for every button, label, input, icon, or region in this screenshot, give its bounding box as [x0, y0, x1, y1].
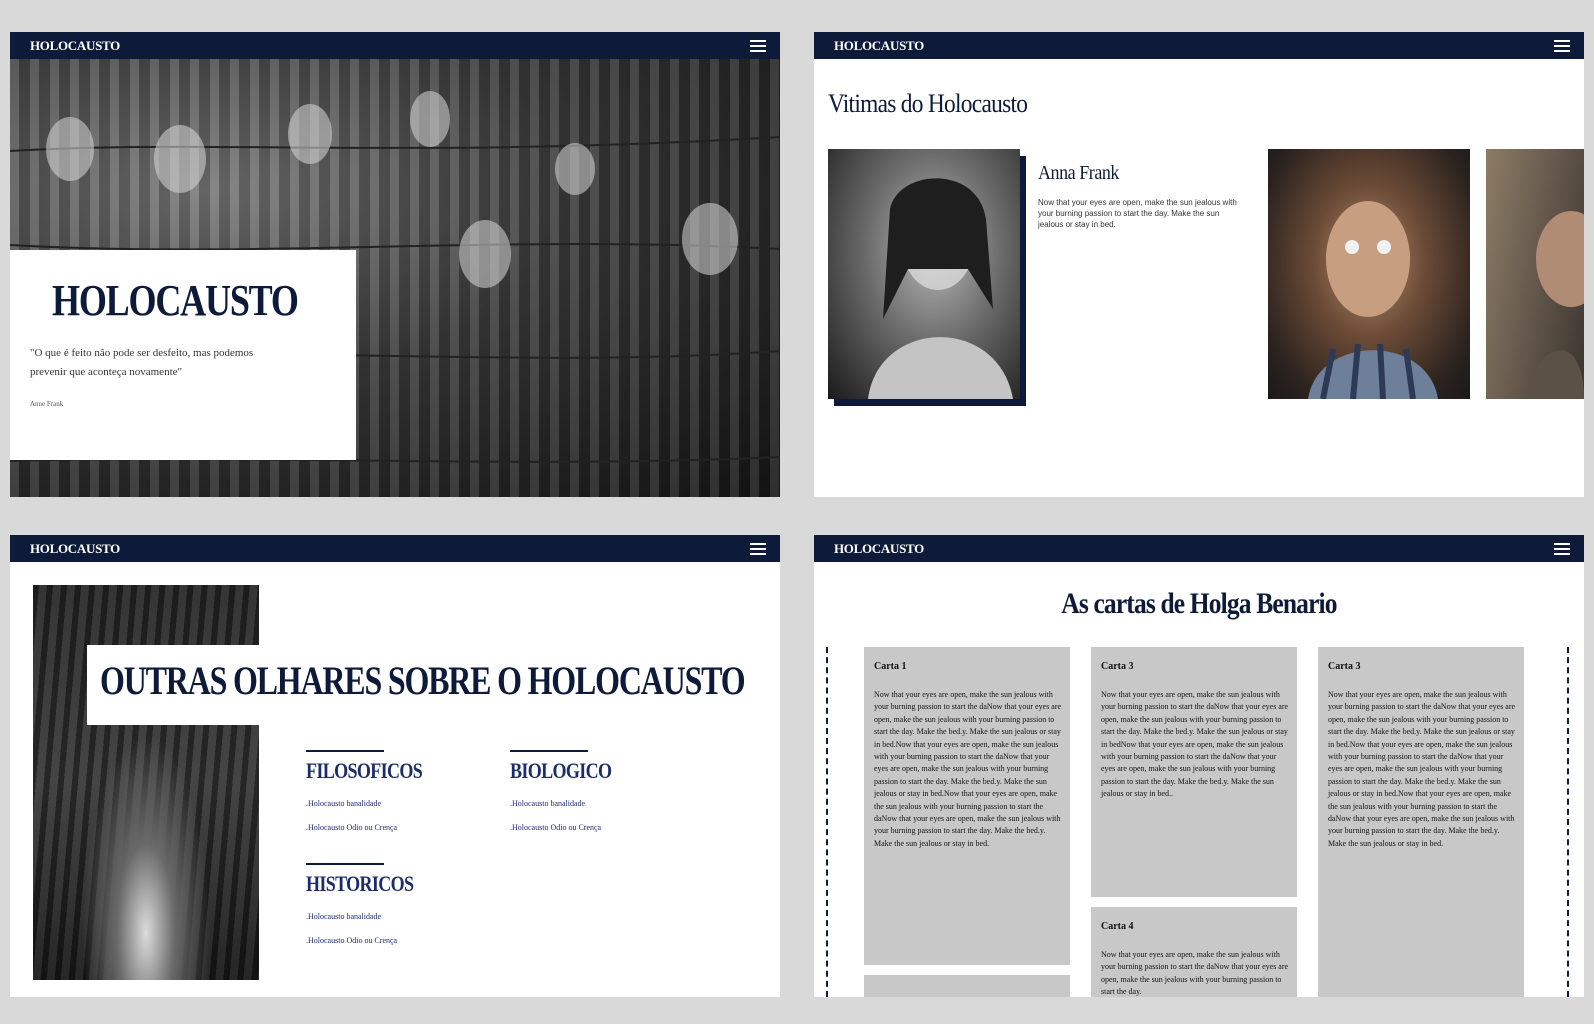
letter-card-partial[interactable]: [864, 975, 1070, 997]
victims-section-title: Vitimas do Holocausto: [828, 89, 1028, 118]
brand-logo[interactable]: HOLOCAUSTO: [30, 38, 120, 54]
category-link[interactable]: .Holocausto banalidade: [510, 799, 634, 808]
hero-quote-author: Anne Frank: [30, 400, 64, 408]
letter-card-body: Now that your eyes are open, make the su…: [1101, 950, 1289, 997]
letter-card-body: Now that your eyes are open, make the su…: [874, 690, 1062, 848]
letter-card[interactable]: Carta 1 Now that your eyes are open, mak…: [864, 647, 1070, 965]
category-link[interactable]: .Holocausto banalidade: [306, 912, 437, 921]
top-navbar: HOLOCAUSTO: [10, 32, 780, 59]
top-navbar: HOLOCAUSTO: [10, 535, 780, 562]
hero-panel: HOLOCAUSTO HOLOCAUSTO "O que é feito não…: [10, 32, 780, 497]
letter-card-title: Carta 4: [1101, 921, 1134, 932]
letter-card-body: Now that your eyes are open, make the su…: [1328, 690, 1516, 848]
hero-card: HOLOCAUSTO "O que é feito não pode ser d…: [10, 250, 356, 460]
category-rule: [510, 750, 588, 752]
top-navbar: HOLOCAUSTO: [814, 535, 1584, 562]
hamburger-menu-icon[interactable]: [1554, 543, 1570, 555]
letters-section-title: As cartas de Holga Benario: [1061, 587, 1337, 620]
victims-panel: HOLOCAUSTO Vitimas do Holocausto Anna Fr…: [814, 32, 1584, 497]
anna-frank-photo[interactable]: [828, 149, 1020, 399]
category-filosoficos: FILOSOFICOS .Holocausto banalidade .Holo…: [306, 750, 448, 832]
category-link[interactable]: .Holocausto Odio ou Crença: [510, 823, 634, 832]
category-title: FILOSOFICOS: [306, 758, 423, 783]
letter-card[interactable]: Carta 3 Now that your eyes are open, mak…: [1091, 647, 1297, 897]
letter-card-title: Carta 1: [874, 661, 907, 672]
category-rule: [306, 863, 384, 865]
letters-panel: HOLOCAUSTO As cartas de Holga Benario Ca…: [814, 535, 1584, 997]
category-biologico: BIOLOGICO .Holocausto banalidade .Holoca…: [510, 750, 634, 832]
brand-logo[interactable]: HOLOCAUSTO: [30, 541, 120, 557]
letter-card-title: Carta 3: [1328, 661, 1361, 672]
hero-title: HOLOCAUSTO: [52, 276, 299, 325]
category-rule: [306, 750, 384, 752]
dashed-border-right: [1567, 647, 1569, 997]
category-link[interactable]: .Holocausto Odio ou Crença: [306, 936, 437, 945]
hamburger-menu-icon[interactable]: [750, 543, 766, 555]
category-title: HISTORICOS: [306, 871, 414, 896]
featured-victim-name: Anna Frank: [1038, 162, 1119, 184]
letter-card-body: Now that your eyes are open, make the su…: [1101, 690, 1289, 799]
hamburger-menu-icon[interactable]: [750, 40, 766, 52]
category-title: BIOLOGICO: [510, 758, 612, 783]
brand-logo[interactable]: HOLOCAUSTO: [834, 541, 924, 557]
letter-card[interactable]: Carta 3 Now that your eyes are open, mak…: [1318, 647, 1524, 997]
category-historicos: HISTORICOS .Holocausto banalidade .Holoc…: [306, 863, 437, 945]
featured-victim-description: Now that your eyes are open, make the su…: [1038, 198, 1237, 229]
letter-card[interactable]: Carta 4 Now that your eyes are open, mak…: [1091, 907, 1297, 997]
victim-photo[interactable]: [1268, 149, 1470, 399]
hero-quote: "O que é feito não pode ser desfeito, ma…: [30, 347, 254, 378]
other-views-panel: HOLOCAUSTO OUTRAS OLHARES SOBRE O HOLOCA…: [10, 535, 780, 997]
category-link[interactable]: .Holocausto Odio ou Crença: [306, 823, 448, 832]
victim-photo[interactable]: [1486, 149, 1584, 399]
other-views-title: OUTRAS OLHARES SOBRE O HOLOCAUSTO: [100, 658, 746, 703]
hamburger-menu-icon[interactable]: [1554, 40, 1570, 52]
dashed-border-left: [826, 647, 828, 997]
letter-card-title: Carta 3: [1101, 661, 1134, 672]
brand-logo[interactable]: HOLOCAUSTO: [834, 38, 924, 54]
top-navbar: HOLOCAUSTO: [814, 32, 1584, 59]
category-link[interactable]: .Holocausto banalidade: [306, 799, 448, 808]
